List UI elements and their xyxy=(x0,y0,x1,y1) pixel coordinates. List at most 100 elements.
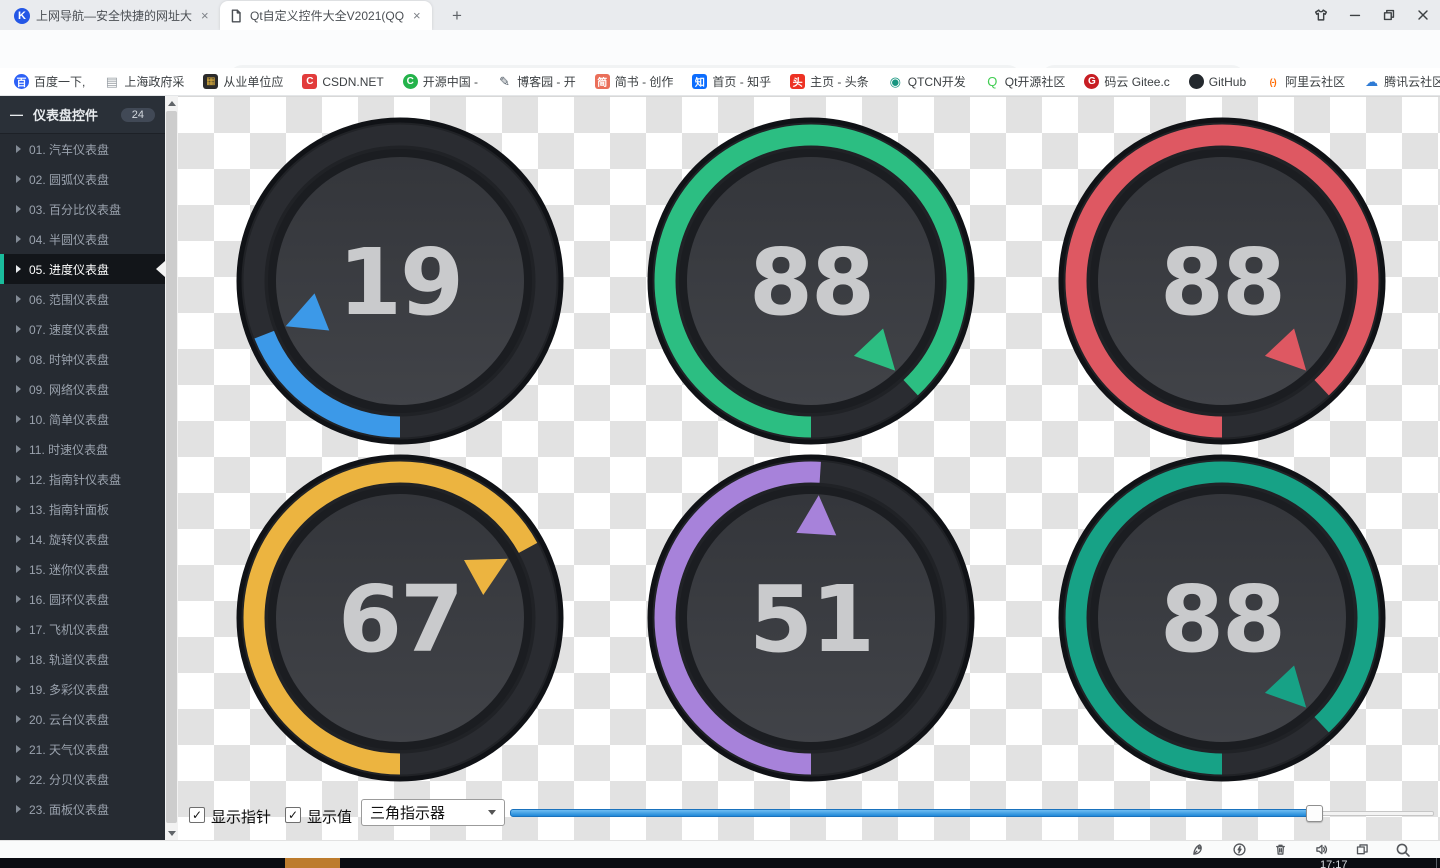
sidebar-item-label: 03. 百分比仪表盘 xyxy=(29,201,121,218)
sidebar-item-label: 22. 分贝仪表盘 xyxy=(29,771,109,788)
expand-arrow-icon xyxy=(16,415,21,423)
tab-close-icon[interactable]: × xyxy=(198,8,212,23)
sidebar-item-12[interactable]: 12. 指南针仪表盘 xyxy=(0,464,165,494)
expand-arrow-icon xyxy=(16,535,21,543)
bookmark-item[interactable]: C开源中国 - xyxy=(403,73,478,90)
rocket-icon[interactable] xyxy=(1189,842,1207,858)
taskbar-active-app[interactable] xyxy=(285,858,340,868)
bookmark-label: 主页 - 头条 xyxy=(810,73,869,90)
bookmark-item[interactable]: ✎ 博客园 - 开 xyxy=(497,73,576,90)
sidebar-item-13[interactable]: 13. 指南针面板 xyxy=(0,494,165,524)
sidebar-item-06[interactable]: 06. 范围仪表盘 xyxy=(0,284,165,314)
cnblogs-icon: ✎ xyxy=(497,74,512,89)
tab-bar: K 上网导航—安全快捷的网址大 × Qt自定义控件大全V2021(QQ × + xyxy=(0,0,1440,30)
sidebar-item-08[interactable]: 08. 时钟仪表盘 xyxy=(0,344,165,374)
expand-arrow-icon xyxy=(16,295,21,303)
bookmark-item[interactable]: ☁腾讯云社区 xyxy=(1364,73,1440,90)
selected-marker-icon xyxy=(156,261,165,277)
sidebar-item-17[interactable]: 17. 飞机仪表盘 xyxy=(0,614,165,644)
bookmark-item[interactable]: ◉QTCN开发 xyxy=(888,73,966,90)
expand-arrow-icon xyxy=(16,475,21,483)
scroll-up-icon[interactable] xyxy=(165,96,178,110)
sidebar-item-20[interactable]: 20. 云台仪表盘 xyxy=(0,704,165,734)
sidebar-item-label: 04. 半圆仪表盘 xyxy=(29,231,109,248)
demo-canvas: 19 88 88 67 xyxy=(178,96,1440,840)
sidebar-item-label: 05. 进度仪表盘 xyxy=(29,261,109,278)
sidebar-scrollbar[interactable] xyxy=(165,96,178,840)
sidebar-item-10[interactable]: 10. 简单仪表盘 xyxy=(0,404,165,434)
bookmark-item[interactable]: CCSDN.NET xyxy=(302,74,383,89)
sidebar-item-05[interactable]: 05. 进度仪表盘 xyxy=(0,254,165,284)
scrollbar-thumb[interactable] xyxy=(166,111,177,823)
bookmark-item[interactable]: 百百度一下, xyxy=(14,73,85,90)
svg-text:88: 88 xyxy=(749,229,873,336)
indicator-style-select[interactable]: 三角指示器 xyxy=(361,799,505,826)
sidebar-item-label: 10. 简单仪表盘 xyxy=(29,411,109,428)
bookmark-item[interactable]: G码云 Gitee.c xyxy=(1084,73,1169,90)
scroll-down-icon[interactable] xyxy=(165,826,178,840)
sidebar-item-15[interactable]: 15. 迷你仪表盘 xyxy=(0,554,165,584)
sidebar-item-01[interactable]: 01. 汽车仪表盘 xyxy=(0,134,165,164)
collapse-icon: — xyxy=(10,107,23,122)
sidebar-item-21[interactable]: 21. 天气仪表盘 xyxy=(0,734,165,764)
sidebar-item-04[interactable]: 04. 半圆仪表盘 xyxy=(0,224,165,254)
svg-text:19: 19 xyxy=(338,229,462,336)
minimize-icon[interactable] xyxy=(1338,0,1372,30)
magnifier-icon[interactable] xyxy=(1394,842,1412,858)
restore-icon[interactable] xyxy=(1372,0,1406,30)
slider-handle[interactable] xyxy=(1306,805,1323,822)
tab-close-icon[interactable]: × xyxy=(410,8,424,23)
bookmark-item[interactable]: ▤上海政府采 xyxy=(104,73,184,90)
sidebar-item-07[interactable]: 07. 速度仪表盘 xyxy=(0,314,165,344)
show-pointer-checkbox[interactable]: ✓ xyxy=(189,807,205,823)
sidebar-item-14[interactable]: 14. 旋转仪表盘 xyxy=(0,524,165,554)
window-controls xyxy=(1304,0,1440,30)
expand-arrow-icon xyxy=(16,805,21,813)
theme-shirt-icon[interactable] xyxy=(1304,0,1338,30)
show-value-label: 显示值 xyxy=(307,806,352,827)
expand-arrow-icon xyxy=(16,685,21,693)
expand-arrow-icon xyxy=(16,775,21,783)
close-icon[interactable] xyxy=(1406,0,1440,30)
trash-icon[interactable] xyxy=(1271,842,1289,858)
progress-gauge-3: 88 xyxy=(1057,116,1387,446)
bookmark-label: 百度一下, xyxy=(34,73,85,90)
sidebar-item-22[interactable]: 22. 分贝仪表盘 xyxy=(0,764,165,794)
sidebar-item-23[interactable]: 23. 面板仪表盘 xyxy=(0,794,165,824)
sidebar-group-header[interactable]: — 仪表盘控件 24 xyxy=(0,96,165,134)
sidebar-item-02[interactable]: 02. 圆弧仪表盘 xyxy=(0,164,165,194)
expand-arrow-icon xyxy=(16,595,21,603)
sidebar-item-label: 15. 迷你仪表盘 xyxy=(29,561,109,578)
expand-arrow-icon xyxy=(16,745,21,753)
bookmark-item[interactable]: (-)阿里云社区 xyxy=(1265,73,1345,90)
expand-arrow-icon xyxy=(16,505,21,513)
new-tab-button[interactable]: + xyxy=(446,2,468,30)
bookmark-item[interactable]: 简简书 - 创作 xyxy=(595,73,674,90)
bookmark-item[interactable]: 头主页 - 头条 xyxy=(790,73,869,90)
sidebar-item-11[interactable]: 11. 时速仪表盘 xyxy=(0,434,165,464)
tencent-cloud-icon: ☁ xyxy=(1364,74,1379,89)
bookmark-item[interactable]: 知首页 - 知乎 xyxy=(692,73,771,90)
bookmark-item[interactable]: GitHub xyxy=(1189,74,1246,89)
browser-tab-qwidgetdemo[interactable]: Qt自定义控件大全V2021(QQ × xyxy=(220,1,432,30)
sidebar-item-09[interactable]: 09. 网络仪表盘 xyxy=(0,374,165,404)
show-value-checkbox[interactable]: ✓ xyxy=(285,807,301,823)
flash-circle-icon[interactable] xyxy=(1230,842,1248,858)
bookmark-item[interactable]: ▦从业单位应 xyxy=(203,73,283,90)
sidebar-item-18[interactable]: 18. 轨道仪表盘 xyxy=(0,644,165,674)
sidebar-item-16[interactable]: 16. 圆环仪表盘 xyxy=(0,584,165,614)
bookmark-label: GitHub xyxy=(1209,75,1246,89)
sidebar-item-label: 02. 圆弧仪表盘 xyxy=(29,171,109,188)
browser-tab-nav[interactable]: K 上网导航—安全快捷的网址大 × xyxy=(6,1,220,30)
sidebar-item-03[interactable]: 03. 百分比仪表盘 xyxy=(0,194,165,224)
speaker-icon[interactable] xyxy=(1312,842,1330,858)
windows-overlap-icon[interactable] xyxy=(1353,842,1371,858)
bookmark-item[interactable]: QQt开源社区 xyxy=(985,73,1066,90)
expand-arrow-icon xyxy=(16,445,21,453)
sidebar-item-19[interactable]: 19. 多彩仪表盘 xyxy=(0,674,165,704)
jianshu-icon: 简 xyxy=(595,74,610,89)
qt-community-icon: Q xyxy=(985,74,1000,89)
bookmark-label: 博客园 - 开 xyxy=(517,73,576,90)
value-slider[interactable] xyxy=(510,804,1434,822)
progress-gauge-5: 51 xyxy=(646,453,976,783)
